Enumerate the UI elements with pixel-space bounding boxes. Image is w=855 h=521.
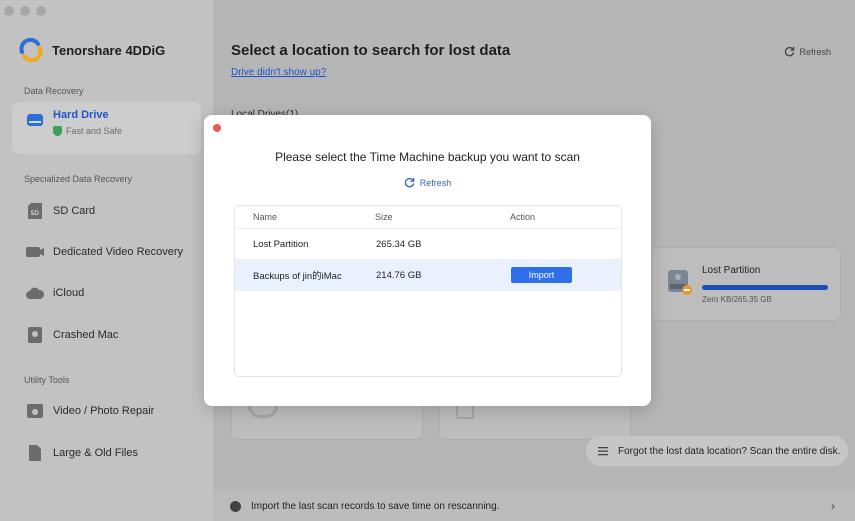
refresh-icon xyxy=(404,177,415,188)
sidebar-item-label: Large & Old Files xyxy=(53,447,138,459)
photo-repair-icon xyxy=(25,402,45,420)
sidebar-item-label: iCloud xyxy=(53,287,85,299)
close-window-button[interactable] xyxy=(4,6,14,16)
row-size: 265.34 GB xyxy=(376,238,422,250)
sidebar-item-label: Video / Photo Repair xyxy=(53,405,155,417)
section-label-utility: Utility Tools xyxy=(24,375,70,385)
sidebar-item-crashed-mac[interactable]: Crashed Mac xyxy=(12,315,201,355)
brand-name: Tenorshare 4DDiG xyxy=(52,42,166,58)
video-camera-icon xyxy=(25,243,45,261)
refresh-label: Refresh xyxy=(419,177,452,188)
scan-entire-disk-button[interactable]: Forgot the lost data location? Scan the … xyxy=(586,436,848,466)
zoom-window-button[interactable] xyxy=(36,6,46,16)
sidebar-item-dedicated-video[interactable]: Dedicated Video Recovery xyxy=(12,232,201,272)
drive-size: Zero KB/265.35 GB xyxy=(702,295,772,304)
main-refresh-button[interactable]: Refresh xyxy=(784,46,831,57)
import-records-label: Import the last scan records to save tim… xyxy=(251,500,500,512)
file-icon xyxy=(25,444,45,462)
import-button[interactable]: Import xyxy=(511,267,572,283)
dialog-refresh-button[interactable]: Refresh xyxy=(204,177,651,188)
hard-disk-icon xyxy=(668,270,692,295)
sidebar-item-label: SD Card xyxy=(53,205,96,217)
row-action: Import xyxy=(492,267,621,283)
row-size: 214.76 GB xyxy=(376,269,422,281)
import-records-bar[interactable]: Import the last scan records to save tim… xyxy=(213,491,855,521)
row-name: Lost Partition xyxy=(253,238,309,250)
time-machine-dialog: Please select the Time Machine backup yo… xyxy=(204,115,651,406)
drive-usage-bar xyxy=(702,285,828,290)
sidebar-item-label: Hard Drive xyxy=(53,109,109,121)
page-title: Select a location to search for lost dat… xyxy=(231,42,511,59)
brand: Tenorshare 4DDiG xyxy=(18,38,165,62)
list-icon xyxy=(598,447,608,456)
crashed-mac-icon xyxy=(25,326,45,344)
sidebar-item-hard-drive[interactable]: Hard Drive Fast and Safe xyxy=(12,102,201,154)
refresh-icon xyxy=(785,46,795,57)
column-header-size: Size xyxy=(375,212,393,222)
sidebar-item-label: Dedicated Video Recovery xyxy=(53,246,184,258)
fast-and-safe-badge: Fast and Safe xyxy=(53,126,122,136)
sidebar-item-label: Crashed Mac xyxy=(53,329,119,341)
scan-entire-disk-label: Forgot the lost data location? Scan the … xyxy=(618,445,841,457)
cloud-icon xyxy=(25,284,45,302)
sidebar: Tenorshare 4DDiG Data Recovery Hard Driv… xyxy=(0,0,213,521)
backup-table: Name Size Action Lost Partition 265.34 G… xyxy=(234,205,622,377)
drive-card-lost-partition[interactable]: Lost Partition Zero KB/265.35 GB xyxy=(651,247,841,321)
section-label-data-recovery: Data Recovery xyxy=(24,86,84,96)
section-label-specialized: Specialized Data Recovery xyxy=(24,174,133,184)
sd-card-icon: SD xyxy=(25,202,45,220)
chevron-right-icon: › xyxy=(831,499,835,513)
sidebar-item-video-photo-repair[interactable]: Video / Photo Repair xyxy=(12,391,201,431)
drive-not-shown-link[interactable]: Drive didn't show up? xyxy=(231,67,326,78)
minimize-window-button[interactable] xyxy=(20,6,30,16)
history-icon xyxy=(230,500,241,512)
row-name: Backups of jin的iMac xyxy=(253,271,342,282)
hard-drive-icon xyxy=(25,111,45,129)
brand-logo-icon xyxy=(19,38,43,62)
sidebar-item-icloud[interactable]: iCloud xyxy=(12,273,201,313)
svg-text:SD: SD xyxy=(31,210,40,217)
table-header: Name Size Action xyxy=(235,206,621,229)
fast-and-safe-text: Fast and Safe xyxy=(66,126,123,136)
shield-icon xyxy=(53,126,62,136)
sidebar-item-large-old-files[interactable]: Large & Old Files xyxy=(12,433,201,473)
table-row[interactable]: Lost Partition 265.34 GB xyxy=(235,229,621,260)
table-row[interactable]: Backups of jin的iMac 214.76 GB Import xyxy=(235,260,621,291)
drive-name: Lost Partition xyxy=(702,265,761,276)
refresh-label: Refresh xyxy=(799,46,831,57)
sidebar-item-sd-card[interactable]: SD SD Card xyxy=(12,191,201,231)
column-header-action: Action xyxy=(510,212,536,222)
dialog-title: Please select the Time Machine backup yo… xyxy=(275,150,580,164)
column-header-name: Name xyxy=(253,212,278,222)
window-controls xyxy=(4,6,46,16)
dialog-close-button[interactable] xyxy=(213,124,221,132)
